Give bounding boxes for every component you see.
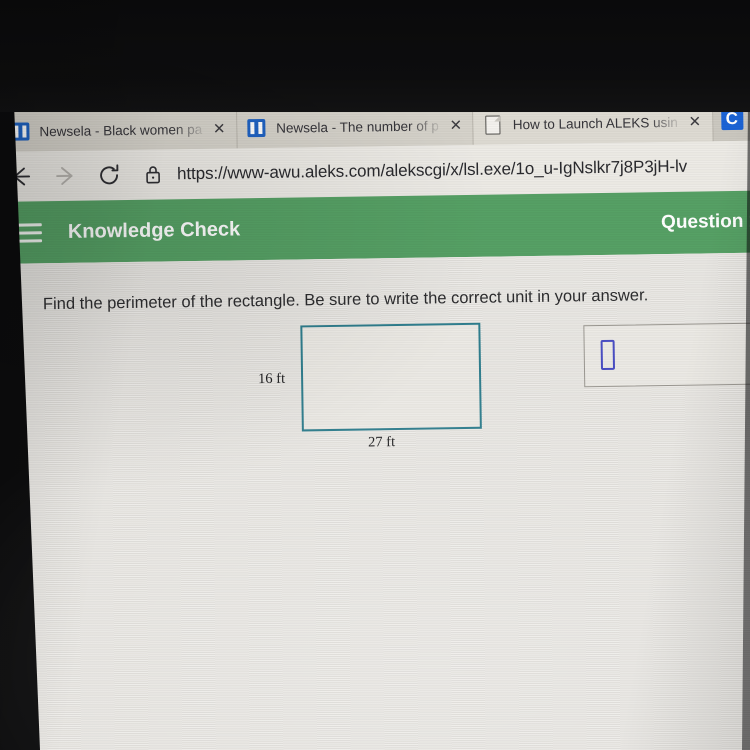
newsela-icon — [247, 118, 266, 138]
device-bezel-top — [0, 0, 750, 112]
forward-arrow-icon — [43, 156, 88, 197]
browser-tab-title: Newsela - The number of p — [276, 117, 439, 136]
close-icon[interactable]: ✕ — [208, 119, 230, 138]
close-icon[interactable]: ✕ — [445, 116, 467, 134]
screenshot-root: Newsela - Black women pa ✕ Newsela - The… — [0, 0, 750, 750]
rectangle-shape — [300, 322, 482, 432]
answer-input[interactable] — [583, 322, 750, 388]
question-counter: Question 15 — [660, 210, 750, 234]
rectangle-height-label: 16 ft — [257, 370, 286, 388]
math-input-caret[interactable] — [600, 339, 616, 370]
reload-icon[interactable] — [87, 155, 132, 196]
question-body: Find the perimeter of the rectangle. Be … — [0, 252, 750, 750]
browser-tab[interactable]: Newsela - Black women pa ✕ — [0, 108, 238, 152]
url-text[interactable]: https://www-awu.aleks.com/alekscgi/x/lsl… — [171, 156, 750, 185]
browser-tab-title: How to Launch ALEKS usin — [512, 114, 678, 132]
browser-window: Newsela - Black women pa ✕ Newsela - The… — [0, 92, 750, 750]
document-icon — [484, 114, 503, 135]
rectangle-figure: 16 ft 27 ft — [250, 322, 482, 456]
aleks-header: Knowledge Check Question 15 — [0, 190, 750, 264]
close-icon[interactable]: ✕ — [684, 112, 706, 130]
page-title: Knowledge Check — [67, 217, 241, 243]
question-prompt: Find the perimeter of the rectangle. Be … — [42, 286, 649, 314]
rectangle-width-label: 27 ft — [367, 434, 396, 451]
lock-icon[interactable] — [135, 154, 172, 195]
browser-tab-title: Newsela - Black women pa — [39, 121, 203, 139]
